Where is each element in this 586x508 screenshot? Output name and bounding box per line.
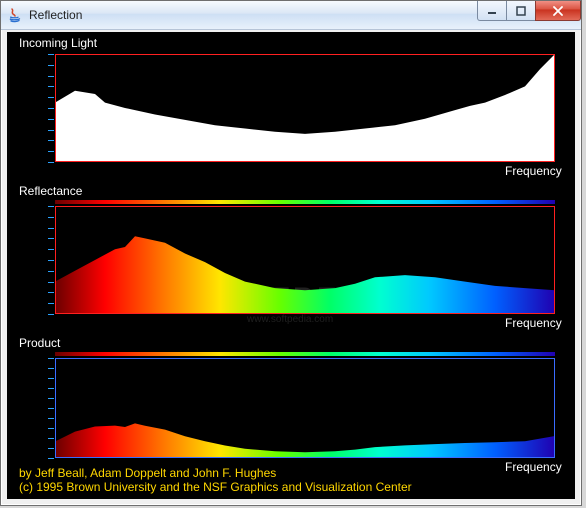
window-title: Reflection xyxy=(29,8,82,22)
titlebar[interactable]: Reflection xyxy=(1,1,581,30)
chart2-x-label: Frequency xyxy=(505,316,562,330)
minimize-button[interactable] xyxy=(477,1,507,21)
chart1-x-label: Frequency xyxy=(505,164,562,178)
reflectance-chart xyxy=(55,206,555,314)
chart3-spectrum-bar xyxy=(55,352,555,356)
credits: by Jeff Beall, Adam Doppelt and John F. … xyxy=(19,466,412,494)
credits-line-1: by Jeff Beall, Adam Doppelt and John F. … xyxy=(19,466,412,480)
watermark-subtext: www.softpedia.com xyxy=(247,314,333,325)
window-buttons xyxy=(478,1,581,21)
maximize-button[interactable] xyxy=(506,1,536,21)
incoming-light-chart xyxy=(55,54,555,162)
client-area: SOFTPEDIA www.softpedia.com Incoming Lig… xyxy=(5,30,577,501)
app-window: Reflection SOFTPEDIA www.softpedia.com I… xyxy=(0,0,582,506)
chart3-title: Product xyxy=(19,336,60,350)
chart2-title: Reflectance xyxy=(19,184,82,198)
java-icon xyxy=(7,7,23,23)
close-button[interactable] xyxy=(535,1,581,21)
chart3-x-label: Frequency xyxy=(505,460,562,474)
product-chart xyxy=(55,358,555,458)
credits-line-2: (c) 1995 Brown University and the NSF Gr… xyxy=(19,480,412,494)
chart1-title: Incoming Light xyxy=(19,36,97,50)
canvas: SOFTPEDIA www.softpedia.com Incoming Lig… xyxy=(7,32,575,499)
chart2-spectrum-bar xyxy=(55,200,555,204)
